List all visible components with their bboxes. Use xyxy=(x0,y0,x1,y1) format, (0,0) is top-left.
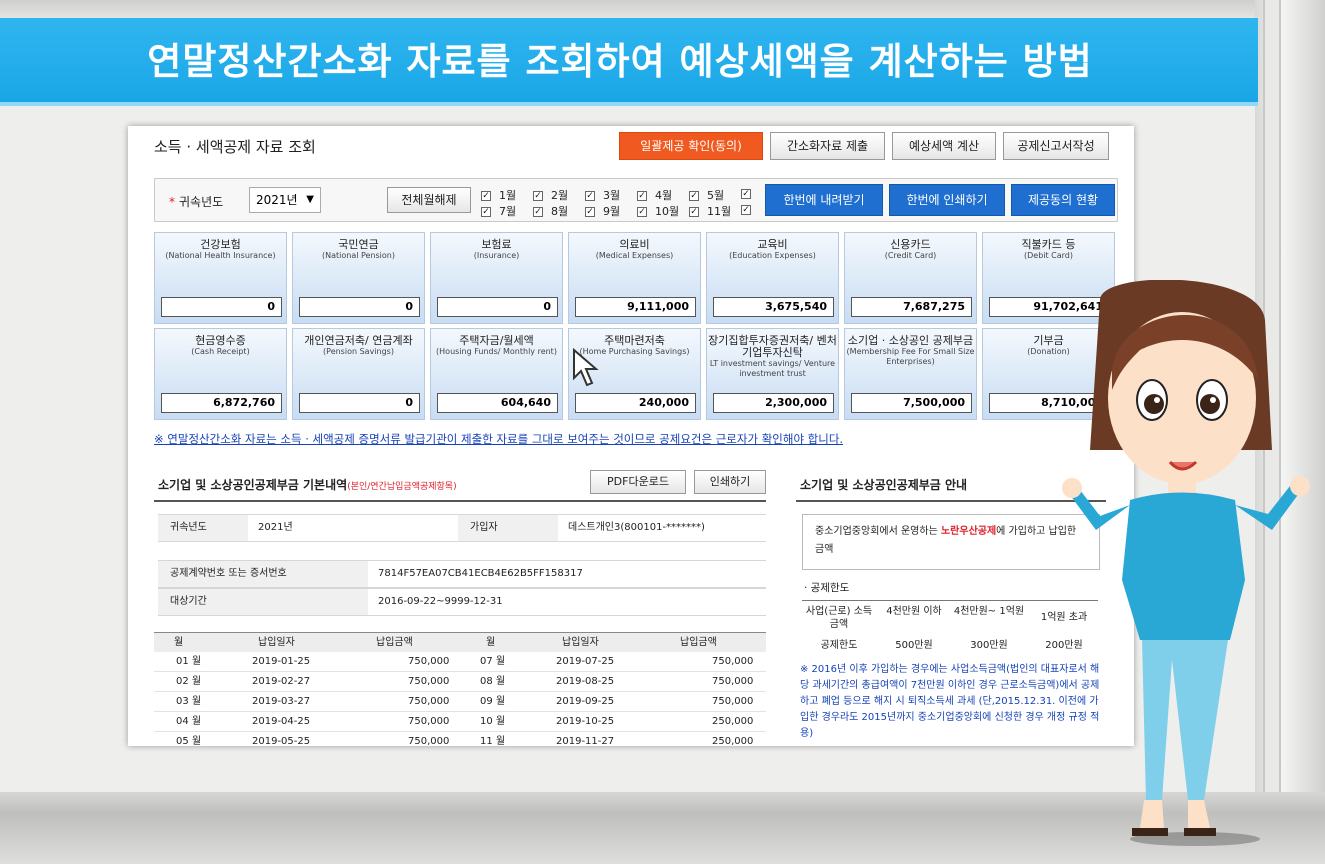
guide-box: 중소기업중앙회에서 운영하는 노란우산공제에 가입하고 납입한 금액 xyxy=(802,514,1100,570)
consent-status-button[interactable]: 제공동의 현황 xyxy=(1011,184,1115,216)
notice-text: ※ 연말정산간소화 자료는 소득 · 세액공제 증명서류 발급기관이 제출한 자… xyxy=(154,432,844,446)
app-screenshot: 소득 · 세액공제 자료 조회 일괄제공 확인(동의) 간소화자료 제출 예상세… xyxy=(128,126,1134,746)
left-panel-title: 소기업 및 소상공인공제부금 기본내역(본인/연간납입금액공제항목) xyxy=(158,478,457,492)
whiteboard-frame-top xyxy=(0,0,1325,18)
card-cash-receipt[interactable]: 현금영수증 (Cash Receipt) 6,872,760 xyxy=(154,328,287,420)
limit-table: 사업(근로) 소득금액 4천만원 이하 4천만원~ 1억원 1억원 초과 공제한… xyxy=(802,600,1098,656)
submit-simplified-data-button[interactable]: 간소화자료 제출 xyxy=(770,132,885,160)
card-health-insurance[interactable]: 건강보험 (National Health Insurance) 0 xyxy=(154,232,287,324)
card-insurance[interactable]: 보험료 (Insurance) 0 xyxy=(430,232,563,324)
checkbox-checked-icon: ✓ xyxy=(533,207,543,217)
card-pension-savings[interactable]: 개인연금저축/ 연금계좌 (Pension Savings) 0 xyxy=(292,328,425,420)
month-checkbox-8[interactable]: ✓ 8월 xyxy=(533,203,568,219)
table-row: 04 월 2019-04-25 750,000 10 월 2019-10-25 250,0… xyxy=(154,712,766,732)
info-label: 공제계약번호 또는 증서번호 xyxy=(158,561,368,587)
month-checkbox-1[interactable]: ✓ 1월 xyxy=(481,187,516,203)
year-label: * 귀속년도 xyxy=(169,195,224,209)
payment-table-header: 월 납입일자 납입금액 월 납입일자 납입금액 xyxy=(154,632,766,652)
checkbox-checked-icon: ✓ xyxy=(585,207,595,217)
deduction-form-button[interactable]: 공제신고서작성 xyxy=(1003,132,1109,160)
month-checkbox-7[interactable]: ✓ 7월 xyxy=(481,203,516,219)
checkbox-checked-icon: ✓ xyxy=(637,207,647,217)
card-medical-expenses[interactable]: 의료비 (Medical Expenses) 9,111,000 xyxy=(568,232,701,324)
month-checkbox-11[interactable]: ✓ 11월 xyxy=(689,203,731,219)
presenter-character-illustration xyxy=(1062,280,1310,836)
month-checkbox-2[interactable]: ✓ 2월 xyxy=(533,187,568,203)
checkbox-checked-icon: ✓ xyxy=(689,191,699,201)
month-checkbox-6[interactable]: ✓ xyxy=(741,187,759,200)
table-row: 05 월 2019-05-25 750,000 11 월 2019-11-27 250,0… xyxy=(154,732,766,746)
month-checkbox-12[interactable]: ✓ xyxy=(741,203,759,216)
download-all-button[interactable]: 한번에 내려받기 xyxy=(765,184,883,216)
dropdown-arrow-icon: ▼ xyxy=(306,194,314,205)
right-panel-title: 소기업 및 소상공인공제부금 안내 xyxy=(800,478,968,492)
checkbox-checked-icon: ✓ xyxy=(481,191,491,201)
table-row: 02 월 2019-02-27 750,000 08 월 2019-08-25 750,0… xyxy=(154,672,766,692)
deduction-cards: 건강보험 (National Health Insurance) 0 국민연금 (Na… xyxy=(154,232,1120,420)
checkbox-checked-icon: ✓ xyxy=(741,205,751,215)
card-small-business-fee[interactable]: 소기업 · 소상공인 공제부금 (Membership Fee For Small… xyxy=(844,328,977,420)
filter-bar: * 귀속년도 2021년 ▼ 전체월해제 ✓ 1월 ✓ 2월 ✓ 3월 ✓ 4월 ✓ 5월 ✓… xyxy=(154,178,1118,222)
mouse-cursor-icon xyxy=(573,348,599,387)
month-checkbox-10[interactable]: ✓ 10월 xyxy=(637,203,679,219)
table-row: 01 월 2019-01-25 750,000 07 월 2019-07-25 750,0… xyxy=(154,652,766,672)
info-label: 귀속년도 xyxy=(158,515,248,541)
checkbox-checked-icon: ✓ xyxy=(689,207,699,217)
info-value: 데스트개인3(800101-*******) xyxy=(568,522,705,533)
banner-title: 연말정산간소화 자료를 조회하여 예상세액을 계산하는 방법 xyxy=(147,40,1093,83)
info-label: 대상기간 xyxy=(158,589,368,615)
checkbox-checked-icon: ✓ xyxy=(741,189,751,199)
checkbox-checked-icon: ✓ xyxy=(481,207,491,217)
table-row: 03 월 2019-03-27 750,000 09 월 2019-09-25 750,0… xyxy=(154,692,766,712)
limit-note: ※ 2016년 이후 가입하는 경우에는 사업소득금액(법인의 대표자로서 해당… xyxy=(800,664,1100,739)
print-button[interactable]: 인쇄하기 xyxy=(694,470,766,494)
title-banner: 연말정산간소화 자료를 조회하여 예상세액을 계산하는 방법 xyxy=(0,18,1258,106)
pdf-download-button[interactable]: PDF다운로드 xyxy=(590,470,686,494)
month-checkboxes: ✓ 1월 ✓ 2월 ✓ 3월 ✓ 4월 ✓ 5월 ✓ ✓ 7월 ✓ 8월 ✓ 9월 ✓ 10월 ✓… xyxy=(481,185,761,219)
card-venture-investment[interactable]: 장기집합투자증권저축/ 벤처기업투자신탁 LT investment saving… xyxy=(706,328,839,420)
month-checkbox-3[interactable]: ✓ 3월 xyxy=(585,187,620,203)
year-select[interactable]: 2021년 ▼ xyxy=(249,187,321,213)
month-checkbox-9[interactable]: ✓ 9월 xyxy=(585,203,620,219)
divider xyxy=(154,500,766,502)
toggle-all-months-button[interactable]: 전체월해제 xyxy=(387,187,471,213)
card-housing-funds[interactable]: 주택자금/월세액 (Housing Funds/ Monthly rent) 604… xyxy=(430,328,563,420)
left-panel: 소기업 및 소상공인공제부금 기본내역(본인/연간납입금액공제항목) PDF다운… xyxy=(154,464,766,746)
calculate-tax-button[interactable]: 예상세액 계산 xyxy=(892,132,996,160)
checkbox-checked-icon: ✓ xyxy=(533,191,543,201)
info-value: 2016-09-22~9999-12-31 xyxy=(378,596,503,607)
page-title: 소득 · 세액공제 자료 조회 xyxy=(154,138,316,156)
month-checkbox-5[interactable]: ✓ 5월 xyxy=(689,187,724,203)
checkbox-checked-icon: ✓ xyxy=(585,191,595,201)
card-credit-card[interactable]: 신용카드 (Credit Card) 7,687,275 xyxy=(844,232,977,324)
checkbox-checked-icon: ✓ xyxy=(637,191,647,201)
info-value: 2021년 xyxy=(258,522,293,533)
limit-heading: · 공제한도 xyxy=(804,582,850,594)
month-checkbox-4[interactable]: ✓ 4월 xyxy=(637,187,672,203)
info-label: 가입자 xyxy=(458,515,558,541)
card-national-pension[interactable]: 국민연금 (National Pension) 0 xyxy=(292,232,425,324)
confirm-consent-button[interactable]: 일괄제공 확인(동의) xyxy=(619,132,763,160)
card-education-expenses[interactable]: 교육비 (Education Expenses) 3,675,540 xyxy=(706,232,839,324)
print-all-button[interactable]: 한번에 인쇄하기 xyxy=(889,184,1005,216)
info-value: 7814F57EA07CB41ECB4E62B5FF158317 xyxy=(378,568,583,579)
